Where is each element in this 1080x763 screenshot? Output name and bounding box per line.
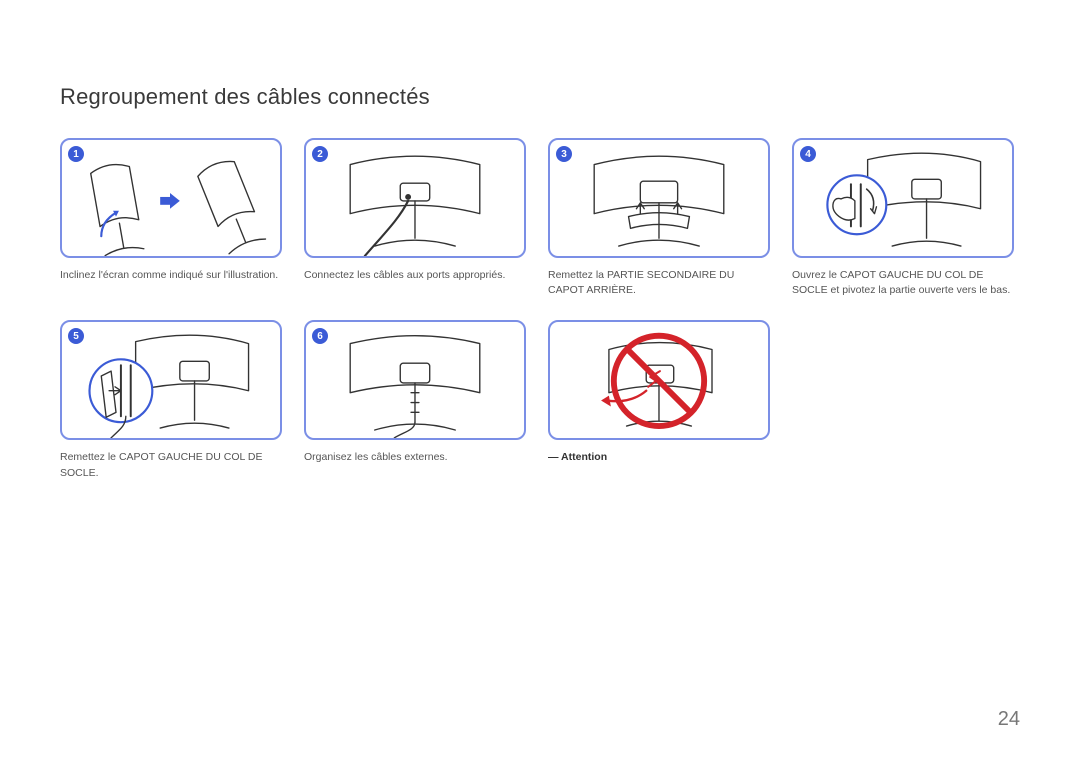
organize-cables-icon bbox=[306, 322, 524, 440]
steps-grid: 1 bbox=[60, 138, 1020, 481]
warning-text: Attention bbox=[561, 451, 607, 463]
step-caption: Remettez la PARTIE SECONDAIRE DU CAPOT A… bbox=[548, 268, 770, 298]
step-1: 1 bbox=[60, 138, 282, 298]
step-5: 5 bbox=[60, 320, 282, 480]
illustration-panel: 2 bbox=[304, 138, 526, 258]
illustration-panel: 6 bbox=[304, 320, 526, 440]
warning-prefix: ― bbox=[548, 451, 561, 463]
step-badge: 1 bbox=[68, 146, 84, 162]
warning-caption: ― Attention bbox=[548, 450, 770, 465]
connect-cables-icon bbox=[306, 140, 524, 258]
illustration-panel: 1 bbox=[60, 138, 282, 258]
step-caption: Remettez le CAPOT GAUCHE DU COL DE SOCLE… bbox=[60, 450, 282, 480]
illustration-panel: 3 bbox=[548, 138, 770, 258]
tilt-screen-icon bbox=[62, 140, 280, 258]
manual-page: Regroupement des câbles connectés 1 bbox=[0, 0, 1080, 763]
warning-cell: ― Attention bbox=[548, 320, 770, 480]
prohibited-icon bbox=[550, 322, 768, 440]
illustration-panel: 4 bbox=[792, 138, 1014, 258]
page-title: Regroupement des câbles connectés bbox=[60, 84, 1020, 110]
reattach-cover-icon bbox=[550, 140, 768, 258]
step-badge: 3 bbox=[556, 146, 572, 162]
reattach-left-cover-icon bbox=[62, 322, 280, 440]
illustration-panel: 5 bbox=[60, 320, 282, 440]
step-2: 2 Connectez les câbles aux ports appropr… bbox=[304, 138, 526, 298]
step-caption: Organisez les câbles externes. bbox=[304, 450, 526, 465]
step-6: 6 Organisez les câbles externes. bbox=[304, 320, 526, 480]
step-badge: 2 bbox=[312, 146, 328, 162]
step-caption: Connectez les câbles aux ports approprié… bbox=[304, 268, 526, 283]
step-caption: Inclinez l'écran comme indiqué sur l'ill… bbox=[60, 268, 282, 283]
open-left-cover-icon bbox=[794, 140, 1012, 258]
step-4: 4 bbox=[792, 138, 1014, 298]
step-badge: 4 bbox=[800, 146, 816, 162]
page-number: 24 bbox=[998, 708, 1020, 731]
step-3: 3 Remettez la PARTIE SECONDAIR bbox=[548, 138, 770, 298]
illustration-panel bbox=[548, 320, 770, 440]
step-caption: Ouvrez le CAPOT GAUCHE DU COL DE SOCLE e… bbox=[792, 268, 1014, 298]
